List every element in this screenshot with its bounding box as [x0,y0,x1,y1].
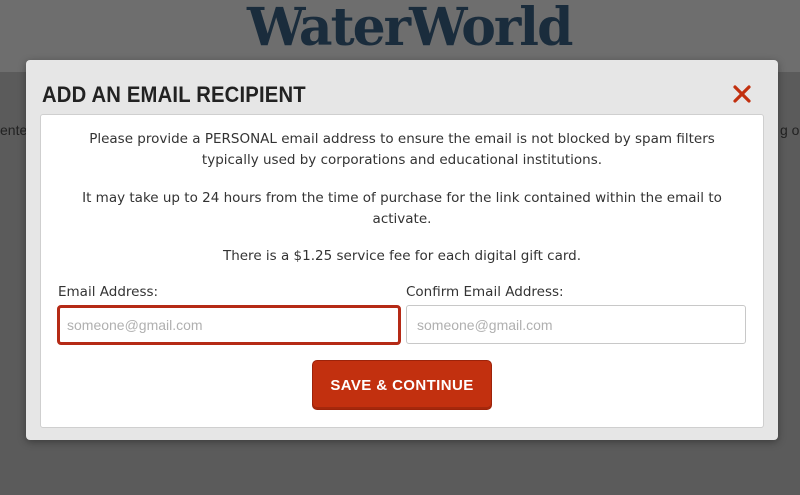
personal-email-notice: Please provide a PERSONAL email address … [89,131,715,168]
save-and-continue-button[interactable]: SAVE & CONTINUE [312,360,492,410]
waterworld-logo[interactable]: WaterWorld [247,0,573,58]
confirm-email-label: Confirm Email Address: [406,284,564,300]
confirm-email-input[interactable] [406,305,746,344]
logo-text: WaterWorld [247,0,573,58]
modal-title: ADD AN EMAIL RECIPIENT [42,82,306,107]
email-recipient-modal: ADD AN EMAIL RECIPIENT Please provide a … [26,60,778,440]
service-fee-notice: There is a $1.25 service fee for each di… [222,248,582,264]
close-icon [733,85,751,103]
close-button[interactable] [730,82,754,106]
email-address-input[interactable] [57,305,401,345]
background-text-right: g o [780,122,800,138]
email-address-label: Email Address: [58,284,159,300]
modal-body: Please provide a PERSONAL email address … [40,114,764,428]
activation-notice: It may take up to 24 hours from the time… [82,190,722,227]
